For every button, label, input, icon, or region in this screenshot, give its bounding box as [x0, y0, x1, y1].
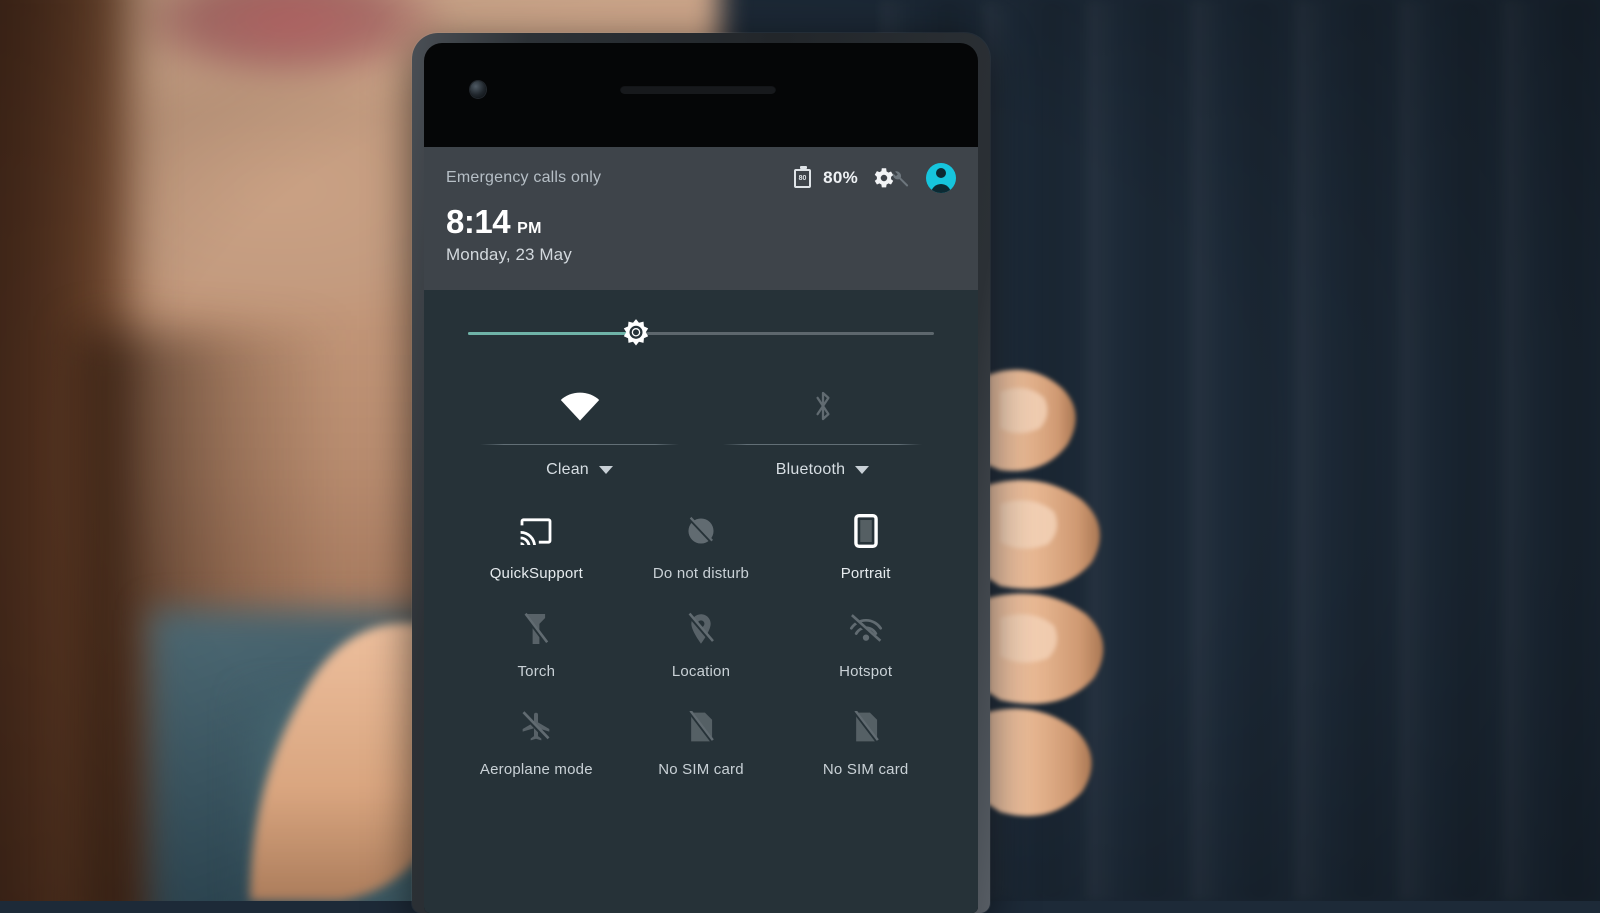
location-icon-wrap[interactable] — [687, 607, 715, 651]
status-bar: Emergency calls only 80 80% — [446, 163, 956, 193]
bluetooth-icon[interactable] — [810, 387, 836, 425]
avatar-head — [936, 168, 946, 178]
quick-settings-header: Emergency calls only 80 80% 8:14 PM Mond… — [424, 147, 978, 290]
torch-label: Torch — [517, 663, 556, 680]
phone-screen-bezel: ⇆ ⌄ Emergency calls only 80 80% — [424, 43, 978, 913]
front-camera-icon — [470, 81, 486, 98]
battery-icon: 80 — [794, 165, 812, 188]
brightness-fill — [468, 332, 636, 335]
user-avatar-icon[interactable] — [926, 163, 956, 193]
clock-ampm: PM — [517, 220, 542, 237]
brightness-track[interactable] — [468, 318, 934, 345]
wifi-icon-wrap[interactable] — [466, 374, 693, 438]
sim-card-off-icon[interactable] — [852, 711, 880, 743]
portrait-label: Portrait — [840, 565, 891, 582]
clock-time: 8:14 — [446, 203, 511, 240]
tile-aeroplane-mode[interactable]: Aeroplane mode — [454, 705, 619, 778]
tile-location[interactable]: Location — [619, 607, 784, 680]
sim-card-off-icon[interactable] — [687, 711, 715, 743]
avatar-body — [931, 184, 951, 193]
settings-shortcut-group[interactable] — [870, 164, 914, 192]
bluetooth-tile-divider — [723, 444, 922, 445]
airplane-icon[interactable] — [520, 711, 552, 743]
aeroplane-label: Aeroplane mode — [479, 761, 593, 778]
chevron-down-icon[interactable] — [598, 466, 613, 474]
brightness-slider[interactable] — [424, 290, 978, 370]
smartphone-device: ⇆ ⌄ Emergency calls only 80 80% — [412, 33, 990, 913]
clock-date: Monday, 23 May — [446, 245, 572, 264]
torch-icon-wrap[interactable] — [523, 607, 550, 651]
sim2-icon-wrap[interactable] — [852, 705, 880, 749]
screen-rotation-icon[interactable] — [853, 514, 878, 548]
portrait-icon-wrap[interactable] — [853, 509, 878, 553]
aeroplane-icon-wrap[interactable] — [520, 705, 552, 749]
brightness-sun-icon[interactable] — [619, 317, 653, 351]
quicksupport-icon-wrap[interactable] — [519, 509, 553, 553]
tile-bluetooth[interactable]: Bluetooth — [701, 374, 944, 479]
tile-no-sim-1[interactable]: No SIM card — [619, 705, 784, 778]
sim1-icon-wrap[interactable] — [687, 705, 715, 749]
cast-screen-icon[interactable] — [519, 517, 553, 545]
hotspot-off-icon[interactable] — [849, 614, 883, 644]
quick-settings-tile-grid: QuickSupport Do not disturb Portrait Tor… — [424, 479, 978, 778]
location-off-icon[interactable] — [687, 612, 715, 646]
wifi-tile-divider — [480, 444, 679, 445]
battery-level-text: 80 — [798, 174, 807, 182]
dnd-icon-wrap[interactable] — [685, 509, 717, 553]
tile-wifi[interactable]: Clean — [458, 374, 701, 479]
tile-no-sim-2[interactable]: No SIM card — [783, 705, 948, 778]
wifi-label-row[interactable]: Clean — [466, 461, 693, 479]
tile-hotspot[interactable]: Hotspot — [783, 607, 948, 680]
chevron-down-icon[interactable] — [855, 466, 870, 474]
sim2-label: No SIM card — [822, 761, 909, 778]
location-label: Location — [671, 663, 731, 680]
status-bar-right-group: 80 80% — [794, 163, 956, 193]
tile-do-not-disturb[interactable]: Do not disturb — [619, 509, 784, 582]
wifi-label: Clean — [546, 461, 589, 478]
tile-torch[interactable]: Torch — [454, 607, 619, 680]
quicksupport-label: QuickSupport — [489, 565, 583, 582]
do-not-disturb-icon[interactable] — [685, 515, 717, 547]
hotspot-icon-wrap[interactable] — [849, 607, 883, 651]
tile-quicksupport[interactable]: QuickSupport — [454, 509, 619, 582]
sim1-label: No SIM card — [658, 761, 744, 778]
wifi-icon[interactable] — [558, 390, 602, 422]
flashlight-off-icon[interactable] — [523, 612, 550, 646]
wrench-icon[interactable] — [888, 168, 909, 189]
earpiece-speaker-icon — [620, 85, 776, 94]
tile-portrait[interactable]: Portrait — [783, 509, 948, 582]
carrier-label: Emergency calls only — [446, 169, 602, 186]
bluetooth-label: Bluetooth — [775, 461, 846, 478]
bluetooth-label-row[interactable]: Bluetooth — [709, 461, 936, 479]
battery-percent-label: 80% — [823, 168, 858, 187]
dual-tile-row: Clean Bluetooth — [424, 370, 978, 479]
bluetooth-icon-wrap[interactable] — [709, 374, 936, 438]
clock-row[interactable]: 8:14 PM — [446, 205, 956, 238]
dnd-label: Do not disturb — [652, 565, 750, 582]
phone-screen: ⇆ ⌄ Emergency calls only 80 80% — [424, 147, 978, 913]
hotspot-label: Hotspot — [839, 663, 893, 680]
